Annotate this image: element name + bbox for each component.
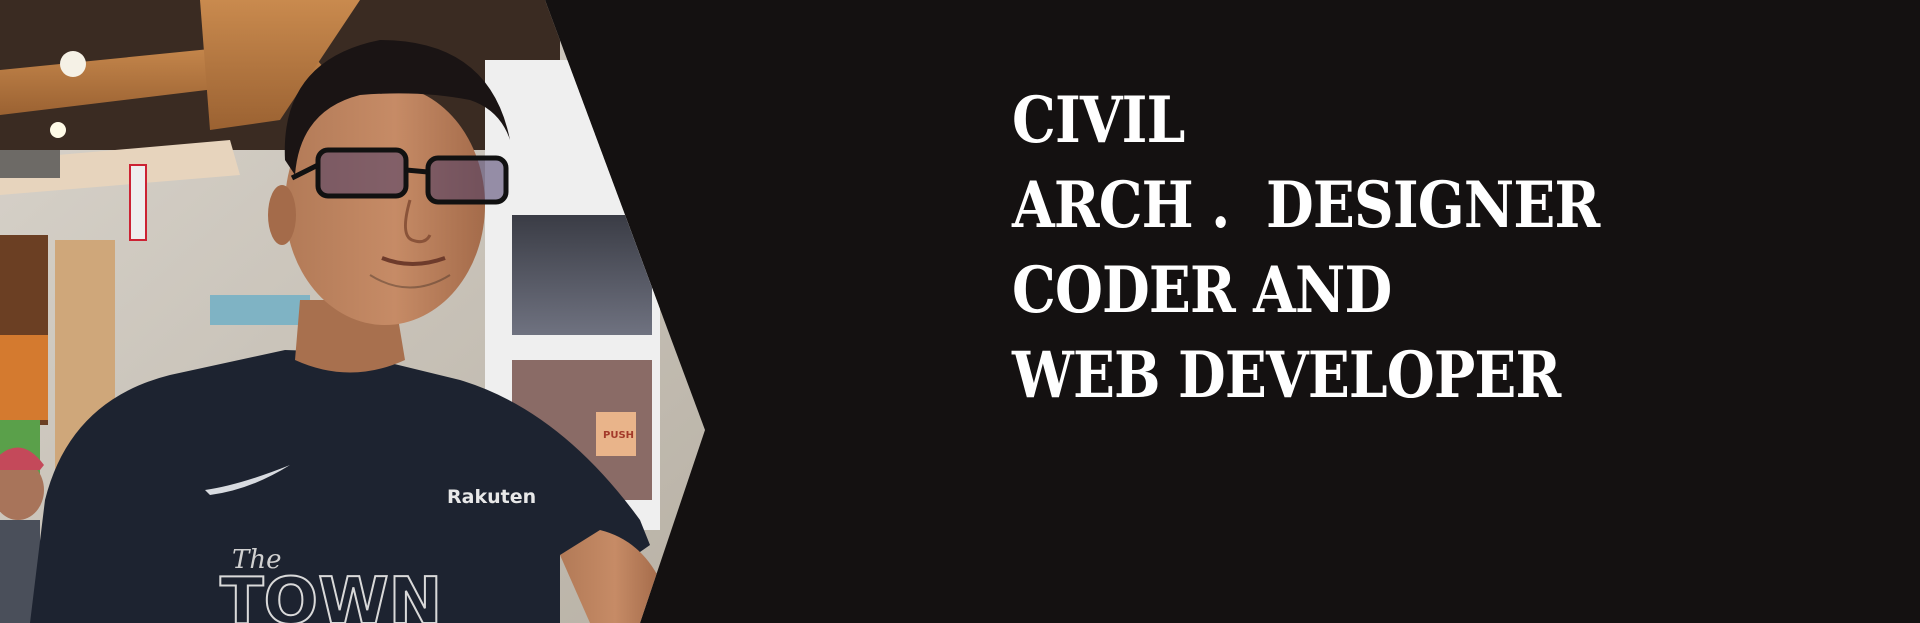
headline-line-2: ARCH . DESIGNER [1012,168,1600,243]
headline-line-4: WEB DEVELOPER [1012,338,1561,413]
shirt-print-text: TOWN [220,565,442,623]
shirt-brand-text: Rakuten [447,486,536,508]
portrait-illustration: PUSH Rakuten The TOWN [0,0,705,623]
headline: CIVIL ARCH . DESIGNER CODER AND WEB DEVE… [1012,78,1600,418]
headline-line-1: CIVIL [1012,83,1185,158]
ear [268,185,296,245]
ceiling-light-2 [50,122,66,138]
wall-panel-orange [0,335,48,420]
headline-line-3: CODER AND [1012,253,1392,328]
hero-banner: PUSH Rakuten The TOWN CIVIL ARCH . DESIG… [0,0,1920,623]
push-sign-text: PUSH [603,430,634,441]
ceiling-light [60,51,86,77]
hanging-tag [129,164,147,241]
glasses [290,147,509,205]
air-vent [0,150,60,178]
exit-sign [210,295,310,325]
door-window [512,215,652,335]
profile-photo: PUSH Rakuten The TOWN [0,0,705,623]
